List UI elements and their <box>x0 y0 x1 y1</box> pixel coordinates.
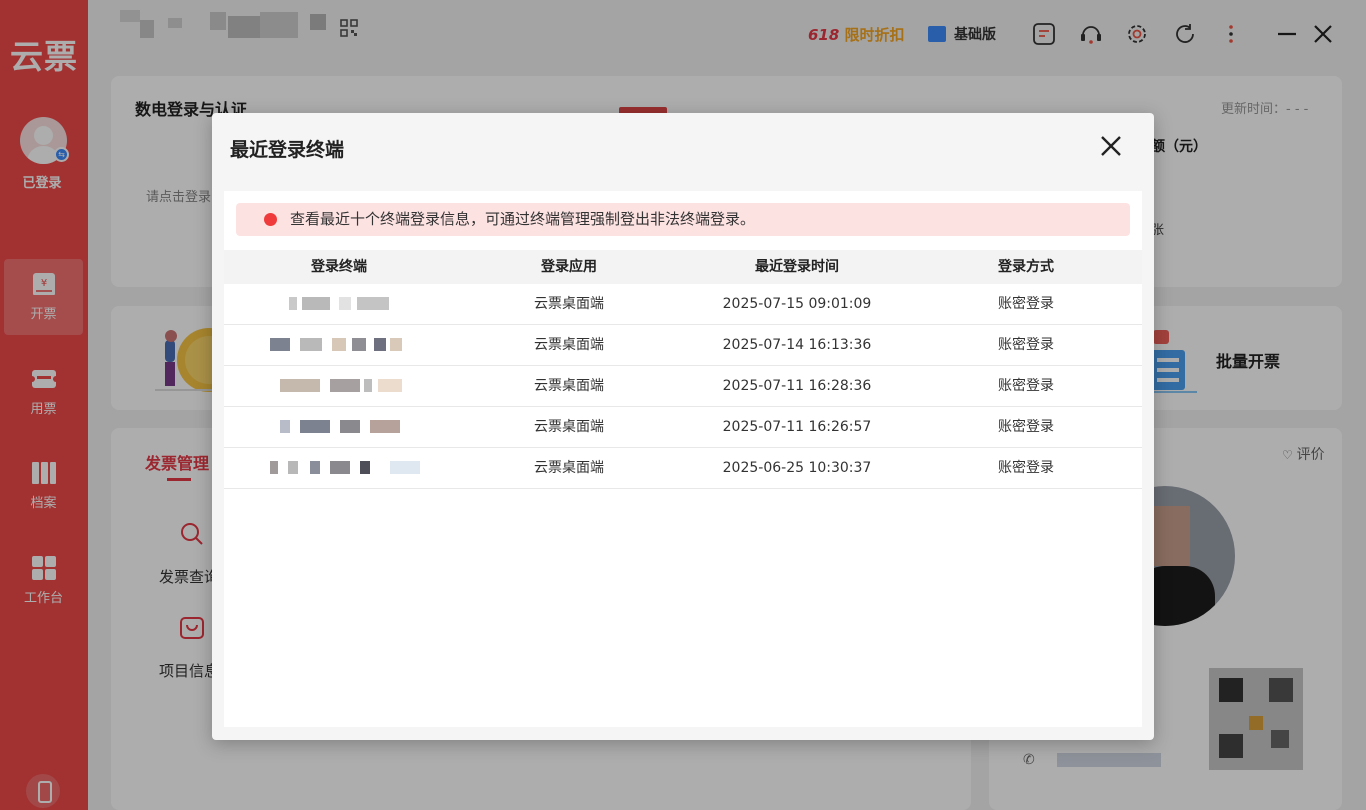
login-time: 2025-07-11 16:26:57 <box>722 419 872 435</box>
login-time: 2025-06-25 10:30:37 <box>722 460 872 476</box>
column-header: 最近登录时间 <box>755 259 839 275</box>
login-app: 云票桌面端 <box>534 419 604 435</box>
login-time: 2025-07-14 16:13:36 <box>722 337 872 353</box>
login-mode: 账密登录 <box>998 460 1054 476</box>
recent-login-terminals-dialog: 最近登录终端 查看最近十个终端登录信息，可通过终端管理强制登出非法终端登录。 登… <box>212 113 1154 740</box>
notice-banner: 查看最近十个终端登录信息，可通过终端管理强制登出非法终端登录。 <box>236 203 1130 236</box>
dialog-title: 最近登录终端 <box>230 139 345 161</box>
table-row: 云票桌面端 2025-07-15 09:01:09 账密登录 <box>224 284 1142 325</box>
login-time: 2025-07-15 09:01:09 <box>722 296 872 312</box>
table-row: 云票桌面端 2025-07-14 16:13:36 账密登录 <box>224 325 1142 366</box>
table-row: 云票桌面端 2025-07-11 16:28:36 账密登录 <box>224 366 1142 407</box>
close-dialog-icon[interactable] <box>1096 131 1126 161</box>
table-row: 云票桌面端 2025-07-11 16:26:57 账密登录 <box>224 407 1142 448</box>
login-app: 云票桌面端 <box>534 337 604 353</box>
login-time: 2025-07-11 16:28:36 <box>722 378 872 394</box>
column-header: 登录终端 <box>311 259 367 275</box>
login-mode: 账密登录 <box>998 378 1054 394</box>
column-header: 登录应用 <box>541 259 597 275</box>
login-app: 云票桌面端 <box>534 296 604 312</box>
alert-dot-icon <box>264 213 277 226</box>
login-mode: 账密登录 <box>998 419 1054 435</box>
table-row: 云票桌面端 2025-06-25 10:30:37 账密登录 <box>224 448 1142 489</box>
login-app: 云票桌面端 <box>534 460 604 476</box>
column-header: 登录方式 <box>998 259 1054 275</box>
table-header: 登录终端 登录应用 最近登录时间 登录方式 <box>224 250 1142 284</box>
login-mode: 账密登录 <box>998 296 1054 312</box>
login-mode: 账密登录 <box>998 337 1054 353</box>
dialog-body: 查看最近十个终端登录信息，可通过终端管理强制登出非法终端登录。 登录终端 登录应… <box>224 191 1142 727</box>
login-app: 云票桌面端 <box>534 378 604 394</box>
notice-text: 查看最近十个终端登录信息，可通过终端管理强制登出非法终端登录。 <box>290 210 756 228</box>
